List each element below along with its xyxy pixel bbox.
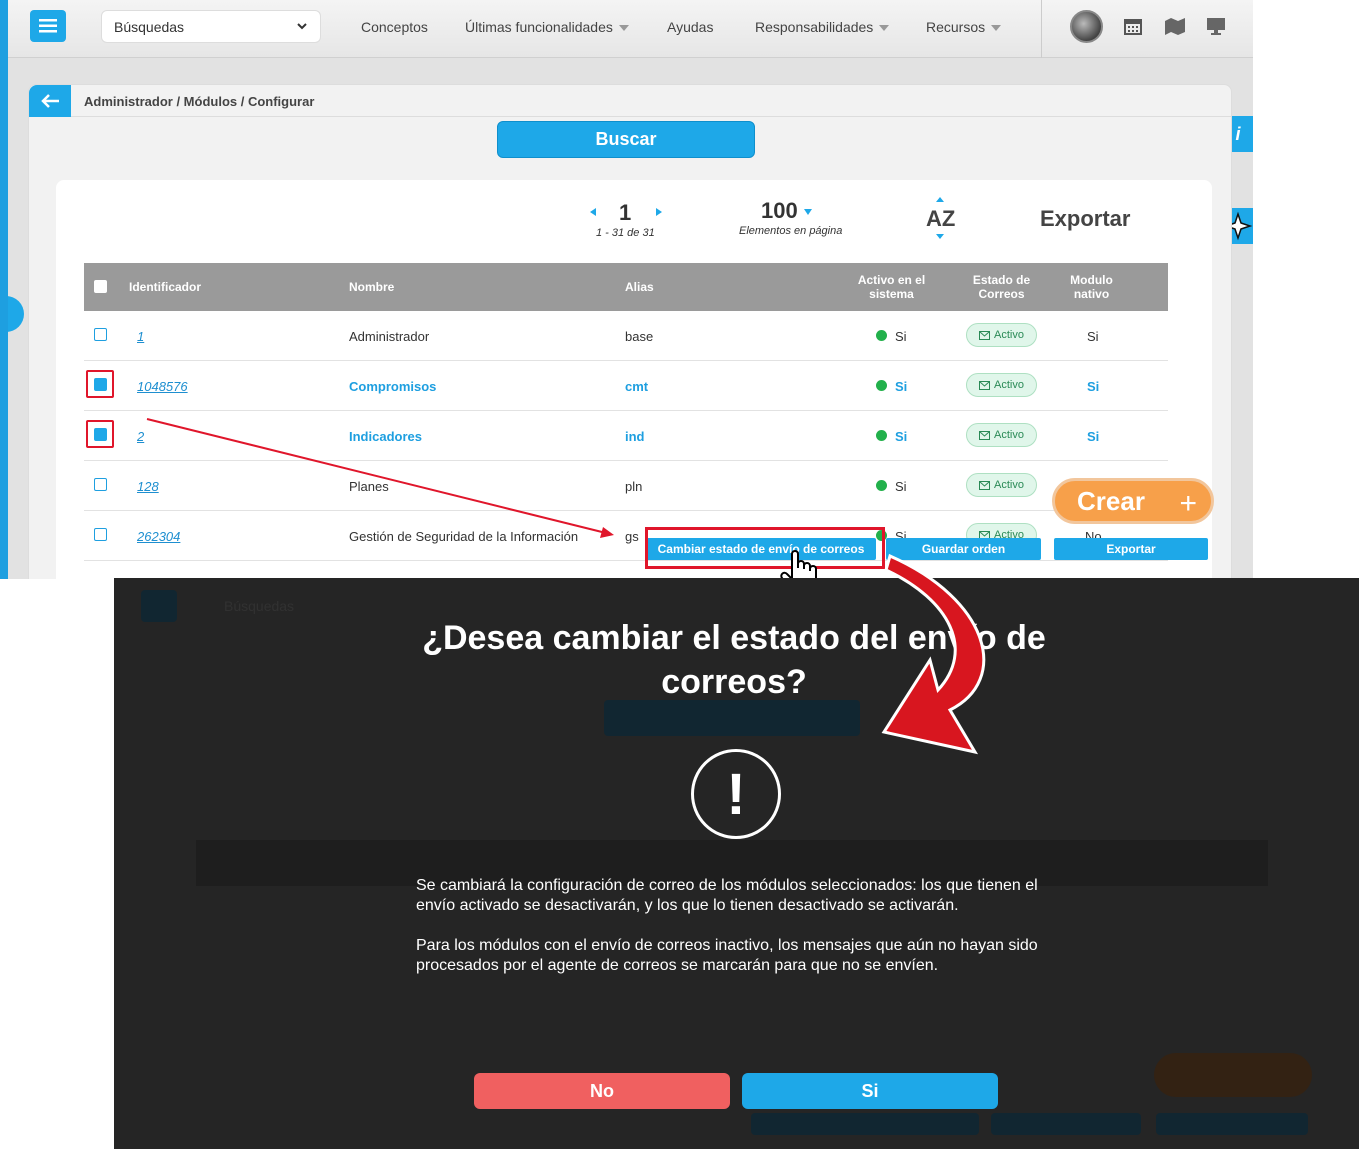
prev-page-icon[interactable]	[590, 208, 596, 216]
per-page-select[interactable]: 100	[761, 198, 812, 224]
arrow-left-icon	[41, 94, 59, 108]
search-button[interactable]: Buscar	[497, 121, 755, 158]
nav-conceptos[interactable]: Conceptos	[361, 19, 428, 35]
mail-status-badge[interactable]: Activo	[966, 423, 1037, 447]
dialog-message: Se cambiará la configuración de correo d…	[416, 877, 1038, 974]
menu-icon	[39, 19, 57, 33]
envelope-icon	[979, 480, 991, 490]
create-button[interactable]: Crear +	[1052, 478, 1214, 524]
export-button[interactable]: Exportar	[1054, 538, 1208, 560]
page-range: 1 - 31 de 31	[596, 227, 655, 239]
confirm-dialog-screen: Búsquedas ¿Desea cambiar el estado del e…	[114, 578, 1359, 1149]
row-id-link[interactable]: 1048576	[137, 379, 188, 394]
hand-pointer-icon	[780, 550, 817, 579]
envelope-icon	[979, 380, 991, 390]
table-row[interactable]: 1 Administrador base Si Activo Si	[84, 311, 1168, 361]
main-screen: Búsquedas Conceptos Últimas funcionalida…	[0, 0, 1253, 579]
results-card: 1 1 - 31 de 31 100 Elementos en página A…	[56, 180, 1212, 579]
mail-status-badge[interactable]: Activo	[966, 323, 1037, 347]
nav-ayudas[interactable]: Ayudas	[667, 19, 713, 35]
select-all-checkbox[interactable]	[94, 280, 107, 293]
highlight-box	[645, 527, 885, 569]
table-row[interactable]: 1048576 Compromisos cmt Si Activo Si	[84, 361, 1168, 411]
dialog-title: ¿Desea cambiar el estado del envío de co…	[422, 619, 1046, 701]
back-button[interactable]	[29, 85, 71, 117]
row-checkbox[interactable]	[94, 528, 107, 541]
chevron-down-icon	[297, 23, 307, 30]
cancel-button[interactable]: No	[474, 1073, 730, 1109]
sort-az-button[interactable]: AZ	[926, 197, 955, 239]
row-id-link[interactable]: 128	[137, 479, 159, 494]
monitor-icon[interactable]	[1206, 17, 1226, 35]
mail-status-badge[interactable]: Activo	[966, 373, 1037, 397]
row-checkbox[interactable]	[94, 428, 107, 441]
row-checkbox[interactable]	[94, 328, 107, 341]
row-checkbox[interactable]	[94, 378, 107, 391]
map-icon[interactable]	[1164, 17, 1186, 35]
top-navbar: Búsquedas Conceptos Últimas funcionalida…	[8, 0, 1253, 58]
mail-status-badge[interactable]: Activo	[966, 473, 1037, 497]
row-id-link[interactable]: 1	[137, 329, 144, 344]
confirm-button[interactable]: Si	[742, 1073, 998, 1109]
row-checkbox[interactable]	[94, 478, 107, 491]
nav-responsabilidades[interactable]: Responsabilidades	[755, 19, 890, 35]
row-id-link[interactable]: 2	[137, 429, 144, 444]
table-row[interactable]: 2 Indicadores ind Si Activo Si	[84, 411, 1168, 461]
calendar-icon[interactable]	[1124, 17, 1142, 35]
plus-icon: +	[1179, 487, 1197, 520]
nav-recursos[interactable]: Recursos	[926, 19, 1002, 35]
search-select[interactable]: Búsquedas	[101, 10, 321, 43]
envelope-icon	[979, 330, 991, 340]
envelope-icon	[979, 430, 991, 440]
exclamation-icon: !	[691, 749, 781, 839]
breadcrumb: Administrador / Módulos / Configurar	[84, 94, 315, 109]
export-link[interactable]: Exportar	[1040, 206, 1130, 232]
avatar[interactable]	[1070, 10, 1103, 43]
per-page-label: Elementos en página	[739, 225, 843, 237]
row-id-link[interactable]: 262304	[137, 529, 180, 544]
hamburger-menu-button[interactable]	[30, 10, 66, 42]
nav-ultimas-funcionalidades[interactable]: Últimas funcionalidades	[465, 19, 629, 35]
next-page-icon[interactable]	[656, 208, 662, 216]
save-order-button[interactable]: Guardar orden	[886, 538, 1041, 560]
search-select-value: Búsquedas	[114, 19, 185, 35]
table-row[interactable]: 128 Planes pln Si Activo	[84, 461, 1168, 511]
page-number: 1	[619, 200, 632, 225]
sidebar-toggle[interactable]	[8, 296, 24, 332]
table-header: Identificador Nombre Alias Activo en el s…	[84, 263, 1168, 311]
